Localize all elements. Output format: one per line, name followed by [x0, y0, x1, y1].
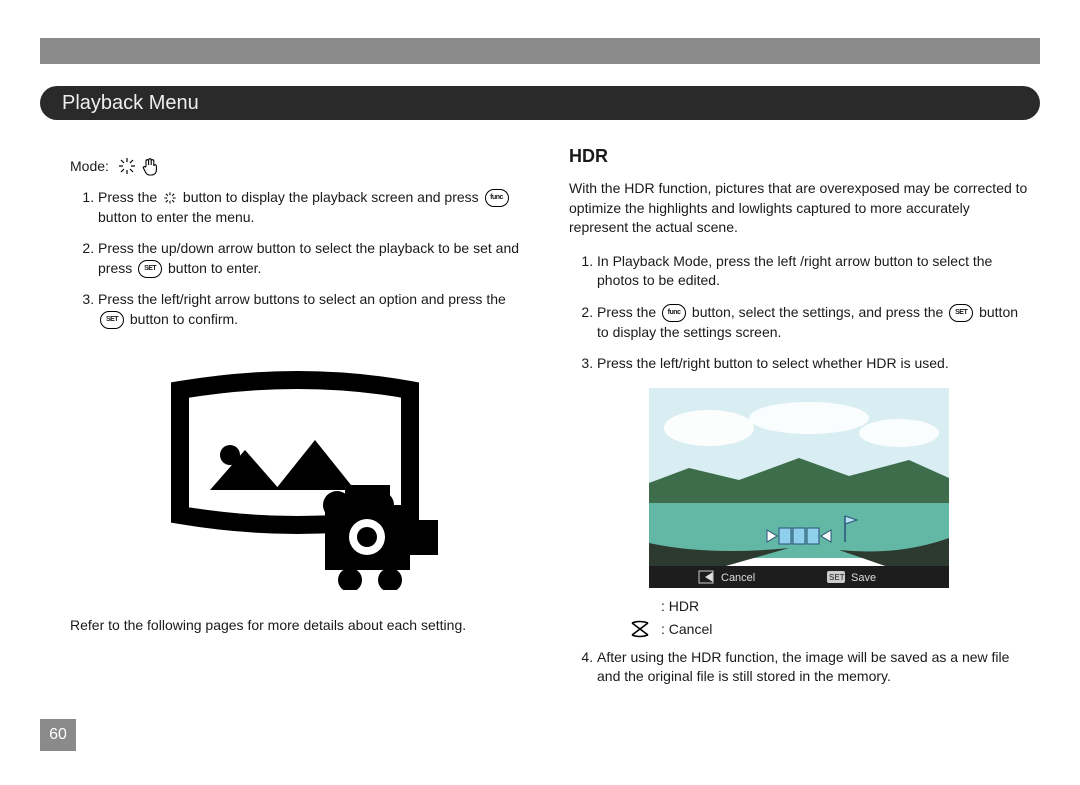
- legend-cancel: : Cancel: [629, 620, 1028, 638]
- cancel-cross-icon: [629, 620, 651, 638]
- spark-small-icon: [163, 191, 177, 205]
- svg-text:SET: SET: [829, 573, 845, 582]
- header-bar: [40, 38, 1040, 64]
- hdr-heading: HDR: [569, 146, 1028, 167]
- mode-label: Mode:: [70, 158, 109, 174]
- list-item: In Playback Mode, press the left /right …: [597, 252, 1028, 291]
- section-title-pill: Playback Menu: [40, 86, 1040, 120]
- manual-page: Playback Menu Mode:: [0, 0, 1080, 785]
- panorama-camcorder-icon: [150, 360, 450, 590]
- mode-row: Mode:: [70, 156, 529, 176]
- legend-hdr: : HDR: [629, 598, 1028, 614]
- func-menu-button-icon: func: [662, 304, 686, 322]
- set-button-icon: SET: [100, 311, 124, 329]
- list-item: Press the left/right button to select wh…: [597, 354, 1028, 374]
- section-title: Playback Menu: [62, 92, 199, 115]
- list-item: Press the up/down arrow button to select…: [98, 239, 529, 278]
- preview-save-label: Save: [851, 572, 876, 584]
- page-number: 60: [40, 719, 76, 751]
- set-button-icon: SET: [138, 260, 162, 278]
- preview-cancel-label: Cancel: [721, 572, 755, 584]
- right-steps-cont: After using the HDR function, the image …: [573, 648, 1028, 687]
- spark-icon: [117, 156, 137, 176]
- set-button-icon: SET: [949, 304, 973, 322]
- left-footer-note: Refer to the following pages for more de…: [70, 616, 529, 636]
- left-column: Mode:: [70, 140, 529, 745]
- func-menu-button-icon: func: [485, 189, 509, 207]
- hand-icon: [141, 156, 159, 176]
- right-steps: In Playback Mode, press the left /right …: [573, 252, 1028, 374]
- right-column: HDR With the HDR function, pictures that…: [569, 140, 1028, 745]
- mode-icons: [117, 156, 159, 176]
- hdr-intro: With the HDR function, pictures that are…: [569, 179, 1028, 238]
- list-item: After using the HDR function, the image …: [597, 648, 1028, 687]
- hdr-preview-image: Cancel SET Save: [649, 388, 949, 588]
- list-item: Press the left/right arrow buttons to se…: [98, 290, 529, 329]
- content-columns: Mode:: [70, 140, 1028, 745]
- list-item: Press the button to display the playback…: [98, 188, 529, 227]
- list-item: Press the func button, select the settin…: [597, 303, 1028, 342]
- left-steps: Press the button to display the playback…: [74, 188, 529, 330]
